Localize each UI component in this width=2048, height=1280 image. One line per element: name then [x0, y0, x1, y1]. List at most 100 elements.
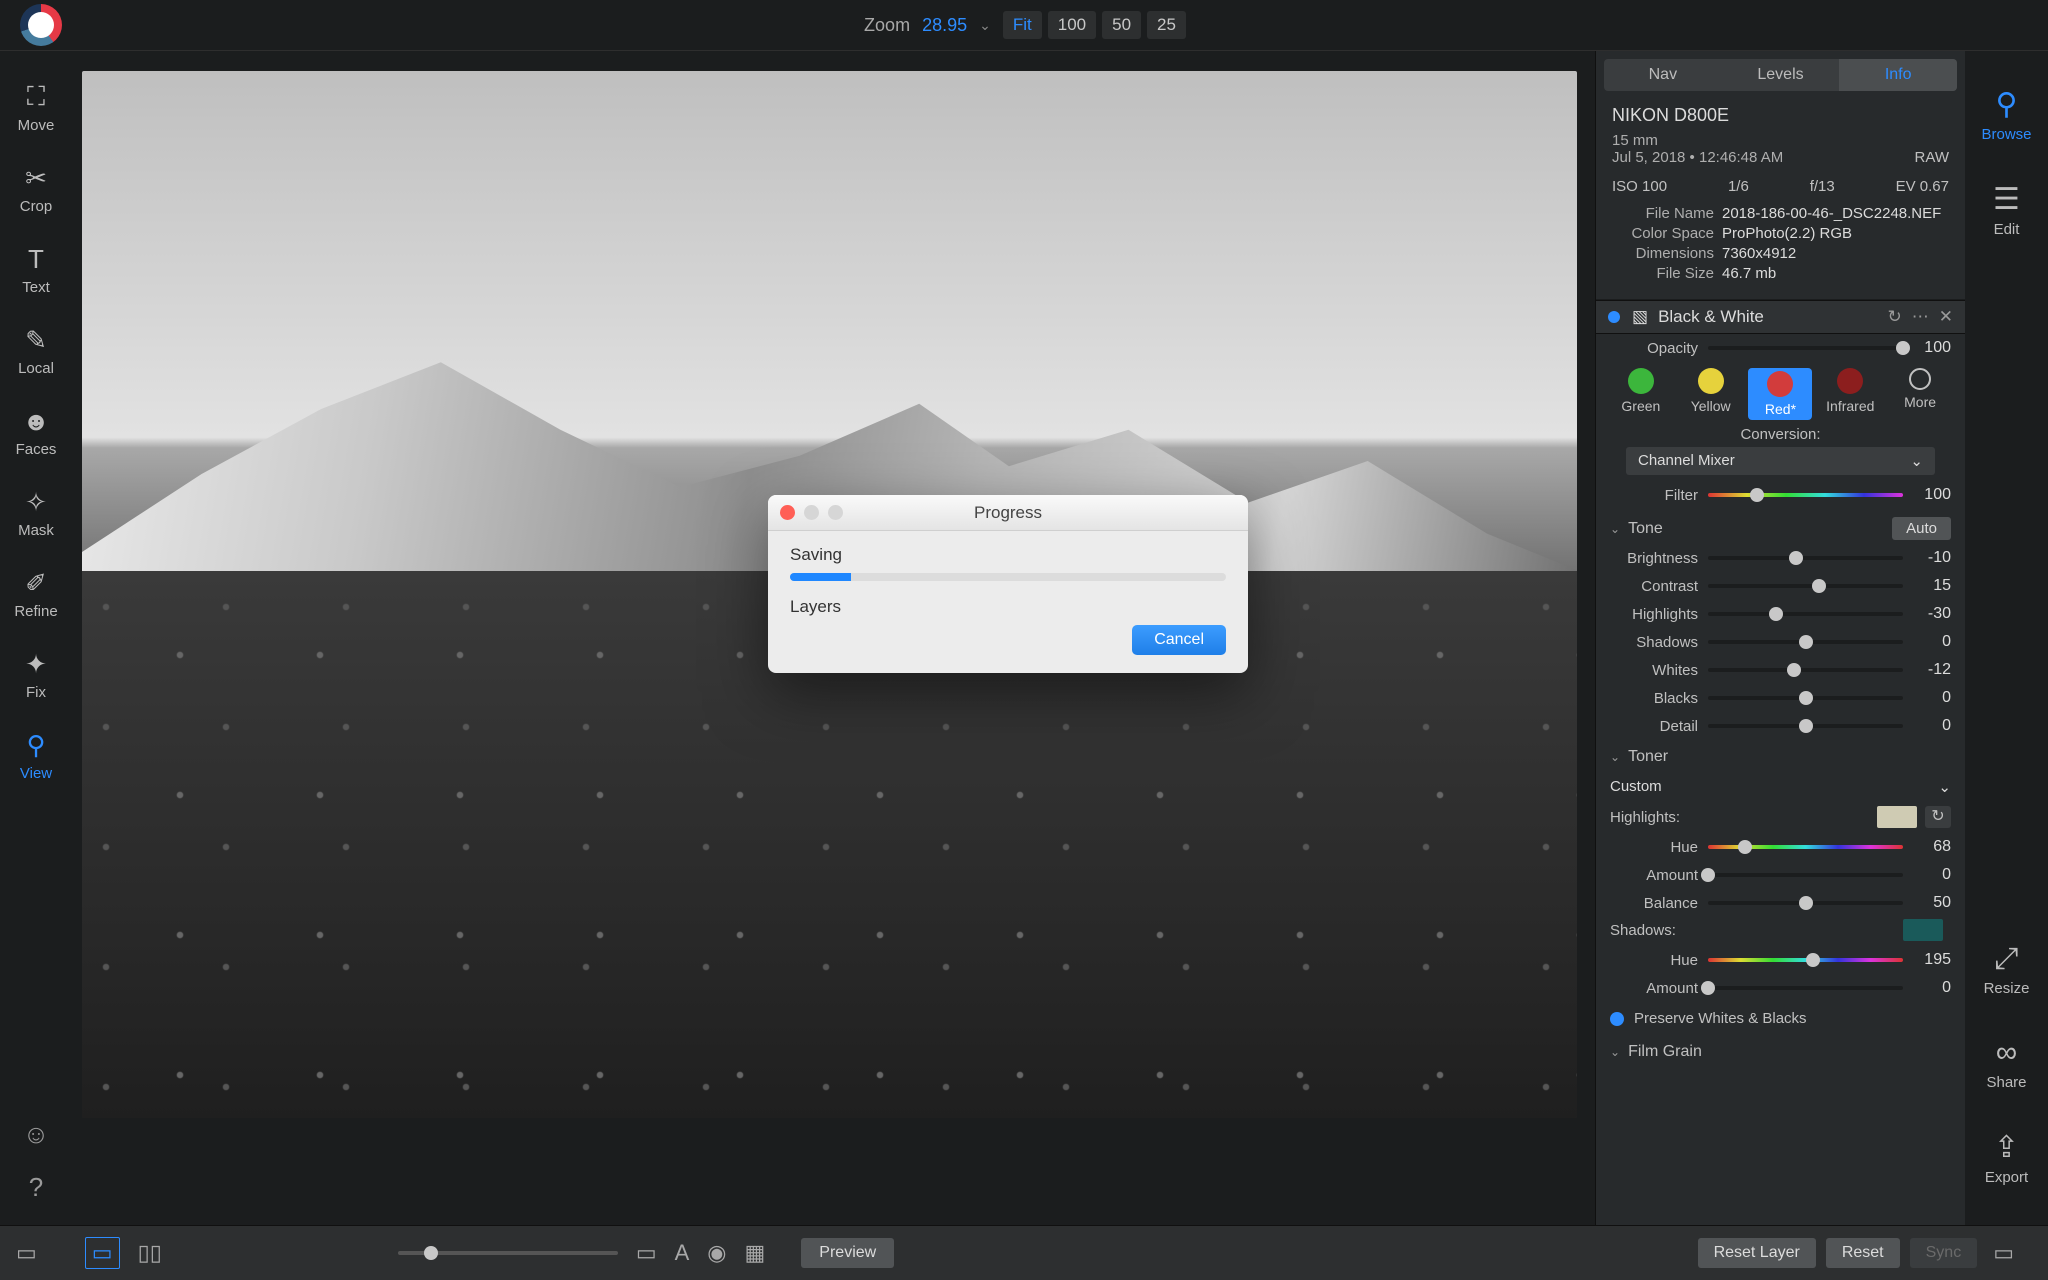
filter-more[interactable]: More — [1888, 368, 1952, 420]
detail-slider[interactable]: Detail0 — [1596, 712, 1965, 740]
tab-info[interactable]: Info — [1839, 59, 1957, 91]
brush-icon: ✎ — [6, 325, 66, 356]
share-mode[interactable]: ∞Share — [1986, 1036, 2026, 1092]
tab-levels[interactable]: Levels — [1722, 59, 1840, 91]
dialog-titlebar[interactable]: Progress — [768, 495, 1248, 531]
tone-section-header[interactable]: ⌄ Tone Auto — [1596, 509, 1965, 544]
faces-tool[interactable]: ☻Faces — [6, 406, 66, 459]
preserve-checkbox[interactable]: Preserve Whites & Blacks — [1596, 1002, 1965, 1035]
toner-shadows-label: Shadows: — [1610, 922, 1686, 939]
layout-compare-a-icon[interactable]: ▭ — [85, 1237, 120, 1269]
filter-green[interactable]: Green — [1609, 368, 1673, 420]
toner-section-header[interactable]: ⌄Toner — [1596, 740, 1965, 770]
mask-tool[interactable]: ✧Mask — [6, 487, 66, 540]
shadows-slider[interactable]: Shadows0 — [1596, 628, 1965, 656]
filter-yellow[interactable]: Yellow — [1679, 368, 1743, 420]
text-tool[interactable]: TText — [6, 244, 66, 297]
zoom-100-button[interactable]: 100 — [1048, 11, 1096, 39]
fix-tool[interactable]: ✦Fix — [6, 649, 66, 702]
zoom-fit-button[interactable]: Fit — [1003, 11, 1042, 39]
left-tool-rail: ⛶Move ✂Crop TText ✎Local ☻Faces ✧Mask ✐R… — [0, 51, 72, 1225]
filter-infrared[interactable]: Infrared — [1818, 368, 1882, 420]
conversion-select[interactable]: Channel Mixer⌄ — [1626, 447, 1935, 475]
highlights-swatch[interactable] — [1877, 806, 1917, 828]
filter-red[interactable]: Red* — [1748, 368, 1812, 420]
zoom-50-button[interactable]: 50 — [1102, 11, 1141, 39]
filter-slider[interactable]: Filter 100 — [1596, 481, 1965, 509]
browse-mode[interactable]: ⚲Browse — [1981, 87, 2031, 144]
sh-hue-slider[interactable]: Hue195 — [1596, 946, 1965, 974]
browse-icon: ⚲ — [1981, 87, 2031, 122]
contrast-slider[interactable]: Contrast15 — [1596, 572, 1965, 600]
layer-enabled-dot[interactable] — [1608, 311, 1620, 323]
zoom-controls: Zoom 28.95 ⌄ Fit 100 50 25 — [864, 11, 1186, 39]
edit-mode[interactable]: ☰Edit — [1993, 182, 2020, 239]
view-mode-grid-icon[interactable]: ▦ — [745, 1240, 766, 1266]
chevron-down-icon: ⌄ — [1610, 522, 1620, 536]
preview-button[interactable]: Preview — [801, 1238, 894, 1268]
hl-hue-slider[interactable]: Hue68 — [1596, 833, 1965, 861]
hl-amount-slider[interactable]: Amount0 — [1596, 861, 1965, 889]
sh-amount-slider[interactable]: Amount0 — [1596, 974, 1965, 1002]
thumb-size-slider[interactable] — [398, 1251, 618, 1255]
highlights-slider[interactable]: Highlights-30 — [1596, 600, 1965, 628]
move-tool[interactable]: ⛶Move — [6, 81, 66, 135]
refine-icon: ✐ — [6, 568, 66, 599]
cancel-button[interactable]: Cancel — [1132, 625, 1226, 655]
view-tool[interactable]: ⚲View — [6, 730, 66, 783]
zoom-label: Zoom — [864, 15, 910, 36]
auto-button[interactable]: Auto — [1892, 517, 1951, 540]
toner-select[interactable]: Custom⌄ — [1608, 774, 1953, 800]
window-close-icon[interactable] — [780, 505, 795, 520]
view-icon: ⚲ — [6, 730, 66, 761]
crop-tool[interactable]: ✂Crop — [6, 163, 66, 216]
shadows-swatch[interactable] — [1903, 919, 1943, 941]
fix-icon: ✦ — [6, 649, 66, 680]
resize-mode[interactable]: ⤢Resize — [1984, 942, 2030, 998]
refine-tool[interactable]: ✐Refine — [6, 568, 66, 621]
toner-highlights-label: Highlights: — [1610, 809, 1690, 826]
opacity-slider[interactable]: Opacity 100 — [1596, 334, 1965, 362]
focal-length: 15 mm — [1612, 132, 1949, 149]
layout-single-icon[interactable]: ▭ — [16, 1240, 37, 1266]
export-mode[interactable]: ⇪Export — [1985, 1130, 2028, 1187]
chevron-down-icon: ⌄ — [1610, 1045, 1620, 1059]
bw-layer-header[interactable]: ▧ Black & White ↻ ⋯ ✕ — [1596, 300, 1965, 334]
layer-close-icon[interactable]: ✕ — [1939, 307, 1953, 327]
zoom-value: 28.95 — [922, 15, 967, 36]
right-tool-rail: ⚲Browse ☰Edit ⤢Resize ∞Share ⇪Export — [1965, 51, 2048, 1225]
filter-swatches: Green Yellow Red* Infrared More — [1596, 362, 1965, 422]
zoom-25-button[interactable]: 25 — [1147, 11, 1186, 39]
share-icon: ∞ — [1986, 1036, 2026, 1070]
reset-layer-button[interactable]: Reset Layer — [1698, 1238, 1816, 1268]
brightness-slider[interactable]: Brightness-10 — [1596, 544, 1965, 572]
window-zoom-icon — [828, 505, 843, 520]
tab-nav[interactable]: Nav — [1604, 59, 1722, 91]
conversion-label: Conversion: — [1596, 426, 1965, 443]
view-mode-circle-icon[interactable]: ◉ — [707, 1240, 726, 1266]
capture-datetime: Jul 5, 2018 • 12:46:48 AM — [1612, 149, 1783, 166]
saving-label: Saving — [790, 545, 1226, 565]
layer-reset-icon[interactable]: ↻ — [1888, 307, 1902, 327]
iso-value: ISO 100 — [1612, 178, 1667, 195]
account-icon[interactable]: ☺ — [6, 1119, 66, 1150]
help-icon[interactable]: ? — [6, 1172, 66, 1203]
view-mode-text-icon[interactable]: A — [675, 1240, 690, 1266]
sync-button[interactable]: Sync — [1910, 1238, 1978, 1268]
local-tool[interactable]: ✎Local — [6, 325, 66, 378]
raw-badge: RAW — [1915, 149, 1949, 166]
whites-slider[interactable]: Whites-12 — [1596, 656, 1965, 684]
layout-compare-b-icon[interactable]: ▯▯ — [138, 1240, 162, 1266]
highlights-reset-icon[interactable]: ↻ — [1925, 806, 1951, 828]
filmgrain-section-header[interactable]: ⌄Film Grain — [1596, 1035, 1965, 1065]
panel-toggle-icon[interactable]: ▭ — [1993, 1240, 2014, 1266]
faces-icon: ☻ — [6, 406, 66, 437]
zoom-dropdown-icon[interactable]: ⌄ — [979, 17, 991, 34]
reset-button[interactable]: Reset — [1826, 1238, 1900, 1268]
view-mode-1-icon[interactable]: ▭ — [636, 1240, 657, 1266]
balance-slider[interactable]: Balance50 — [1596, 889, 1965, 917]
layer-menu-icon[interactable]: ⋯ — [1912, 307, 1929, 327]
text-icon: T — [6, 244, 66, 275]
blacks-slider[interactable]: Blacks0 — [1596, 684, 1965, 712]
progress-dialog: Progress Saving Layers Cancel — [768, 495, 1248, 673]
